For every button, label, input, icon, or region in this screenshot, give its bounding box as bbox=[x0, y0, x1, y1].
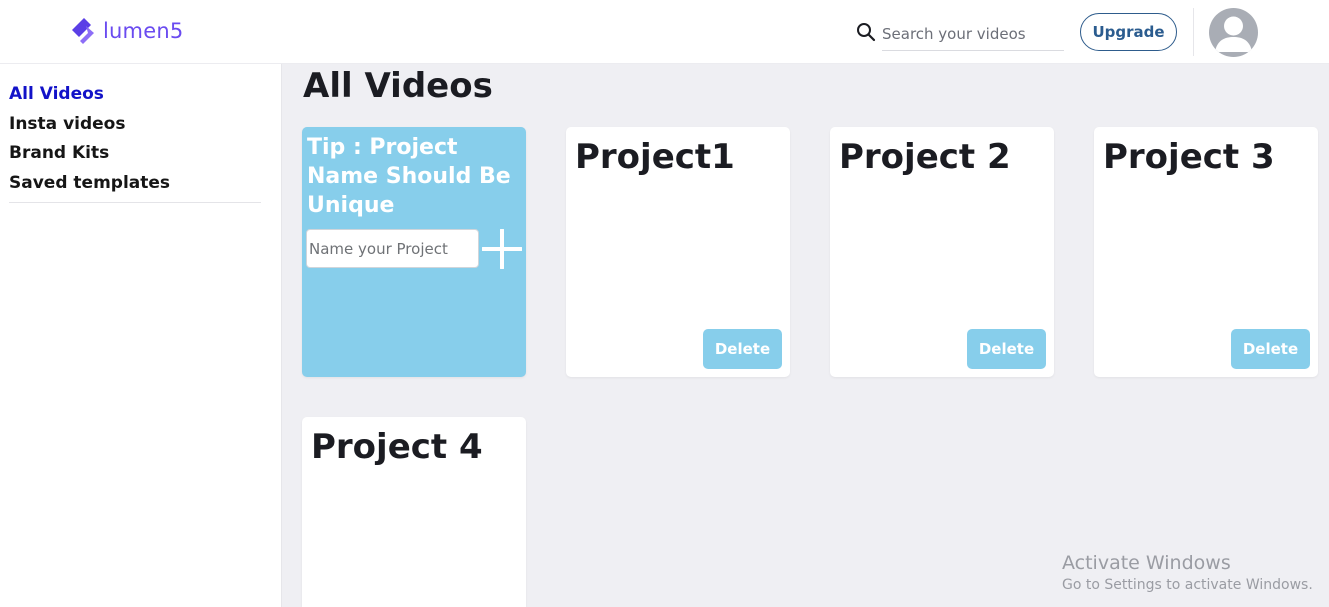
sidebar-item-brand-kits[interactable]: Brand Kits bbox=[9, 143, 109, 163]
project-title: Project 3 bbox=[1103, 137, 1275, 177]
sidebar-item-all-videos[interactable]: All Videos bbox=[9, 84, 104, 104]
delete-button[interactable]: Delete bbox=[967, 329, 1046, 369]
delete-button[interactable]: Delete bbox=[1231, 329, 1310, 369]
tip-text: Tip : Project Name Should Be Unique bbox=[307, 135, 511, 218]
watermark-title: Activate Windows bbox=[1062, 552, 1231, 574]
user-avatar-icon[interactable] bbox=[1209, 8, 1258, 57]
search-icon[interactable] bbox=[856, 22, 876, 42]
upgrade-button[interactable]: Upgrade bbox=[1080, 13, 1177, 51]
delete-button[interactable]: Delete bbox=[703, 329, 782, 369]
activate-windows-watermark: Activate Windows Go to Settings to activ… bbox=[1062, 552, 1313, 596]
lumen5-logo-icon bbox=[72, 18, 94, 44]
project-title: Project 2 bbox=[839, 137, 1011, 177]
project-card[interactable]: Project 4 bbox=[302, 417, 526, 607]
search-input[interactable] bbox=[882, 17, 1064, 51]
sidebar-item-insta-videos[interactable]: Insta videos bbox=[9, 114, 125, 134]
sidebar: All Videos Insta videos Brand Kits Saved… bbox=[0, 64, 282, 607]
plus-icon[interactable] bbox=[482, 229, 522, 269]
top-bar: lumen5 Upgrade bbox=[0, 0, 1329, 64]
page-title: All Videos bbox=[303, 66, 493, 106]
sidebar-divider bbox=[9, 202, 261, 203]
project-title: Project1 bbox=[575, 137, 735, 177]
project-card[interactable]: Project 2 Delete bbox=[830, 127, 1054, 377]
project-card[interactable]: Project 3 Delete bbox=[1094, 127, 1318, 377]
brand-name: lumen5 bbox=[103, 19, 184, 43]
project-title: Project 4 bbox=[311, 427, 483, 467]
watermark-subtitle: Go to Settings to activate Windows. bbox=[1062, 577, 1313, 593]
new-project-card: Tip : Project Name Should Be Unique bbox=[302, 127, 526, 377]
brand-logo[interactable]: lumen5 bbox=[68, 16, 183, 46]
sidebar-item-saved-templates[interactable]: Saved templates bbox=[9, 173, 170, 193]
project-card[interactable]: Project1 Delete bbox=[566, 127, 790, 377]
header-divider bbox=[1193, 8, 1194, 56]
project-name-input[interactable] bbox=[306, 229, 479, 268]
